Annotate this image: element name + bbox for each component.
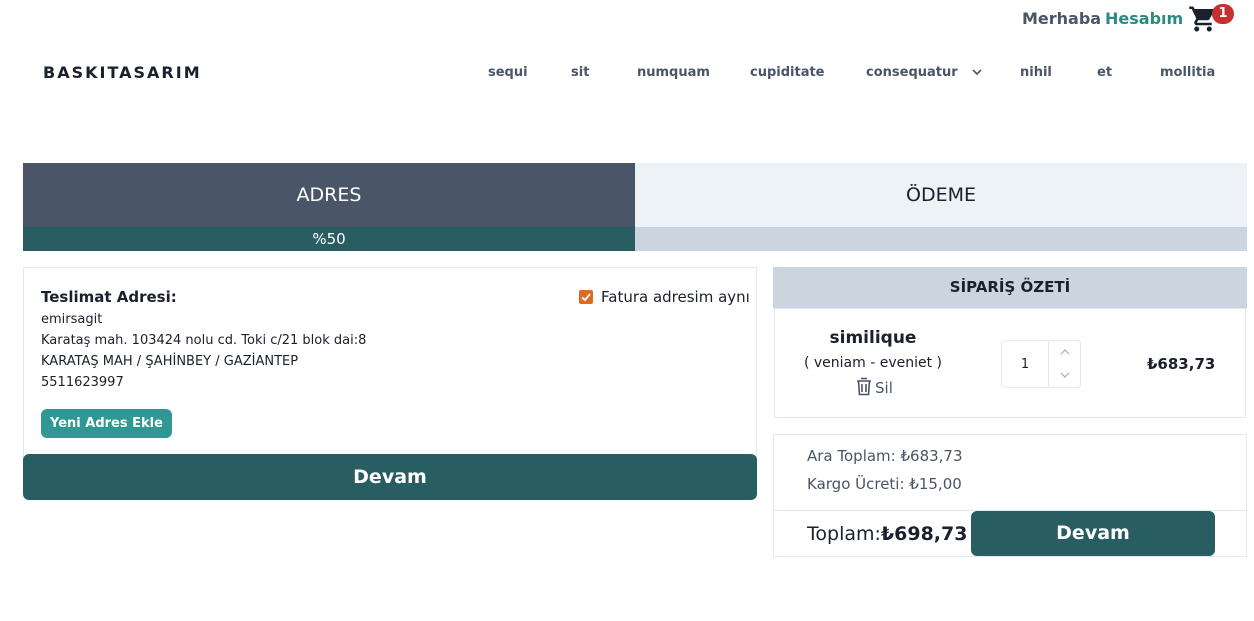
nav-item-consequatur[interactable]: consequatur	[866, 65, 982, 80]
address-street: Karataş mah. 103424 nolu cd. Toki c/21 b…	[41, 333, 367, 348]
summary-continue-button[interactable]: Devam	[971, 511, 1215, 556]
delivery-address-card: Teslimat Adresi: Fatura adresim aynı emi…	[23, 267, 757, 459]
step-address-tab[interactable]: ADRES	[23, 163, 635, 227]
cart-button[interactable]: 1	[1188, 2, 1236, 34]
quantity-input[interactable]	[1002, 341, 1048, 387]
step-payment-tab[interactable]: ÖDEME	[635, 163, 1247, 227]
quantity-stepper	[1001, 340, 1081, 388]
nav-item-numquam[interactable]: numquam	[637, 65, 710, 80]
grand-total-row: Toplam:₺698,73 Devam	[773, 510, 1247, 557]
cart-count-badge: 1	[1212, 4, 1234, 24]
nav-item-sequi[interactable]: sequi	[488, 65, 528, 80]
grand-total-value: ₺698,73	[880, 523, 968, 545]
cart-item: similique ( veniam - eveniet ) Sil ₺683,…	[774, 308, 1246, 418]
quantity-increase-button[interactable]	[1049, 341, 1082, 364]
continue-button[interactable]: Devam	[23, 454, 757, 500]
same-invoice-label: Fatura adresim aynı	[601, 288, 750, 306]
product-name: similique	[829, 328, 917, 348]
add-new-address-button[interactable]: Yeni Adres Ekle	[41, 409, 172, 438]
checkbox-checked-icon	[579, 290, 593, 304]
delete-item-button[interactable]: Sil	[855, 377, 893, 397]
address-name: emirsagit	[41, 312, 103, 327]
chevron-up-icon	[1060, 349, 1070, 355]
order-summary-title: SİPARİŞ ÖZETİ	[773, 267, 1247, 308]
chevron-down-icon	[1060, 372, 1070, 378]
subtotal-text: Ara Toplam: ₺683,73	[807, 447, 963, 465]
order-summary: SİPARİŞ ÖZETİ similique ( veniam - eveni…	[773, 267, 1247, 557]
product-price: ₺683,73	[1147, 355, 1216, 373]
nav-item-cupiditate[interactable]: cupiditate	[750, 65, 825, 80]
shipping-fee-text: Kargo Ücreti: ₺15,00	[807, 475, 962, 493]
trash-icon	[857, 377, 871, 396]
quantity-decrease-button[interactable]	[1049, 364, 1082, 387]
checkout-steps: ADRES ÖDEME %50	[23, 163, 1247, 251]
main-nav: sequi sit numquam cupiditate consequatur…	[0, 65, 1254, 83]
greeting-text: Merhaba	[1022, 9, 1102, 28]
product-variant: ( veniam - eveniet )	[803, 355, 943, 371]
top-bar: Merhaba Hesabım 1	[0, 0, 1254, 38]
totals-breakdown: Ara Toplam: ₺683,73 Kargo Ücreti: ₺15,00	[773, 434, 1247, 510]
delivery-address-title: Teslimat Adresi:	[41, 288, 177, 306]
nav-item-mollitia[interactable]: mollitia	[1160, 65, 1215, 80]
address-phone: 5511623997	[41, 375, 124, 390]
progress-bar: %50	[23, 227, 1247, 251]
nav-item-consequatur-label: consequatur	[866, 65, 958, 80]
nav-item-et[interactable]: et	[1097, 65, 1112, 80]
delete-item-label: Sil	[875, 379, 893, 397]
nav-item-sit[interactable]: sit	[571, 65, 589, 80]
same-invoice-checkbox[interactable]: Fatura adresim aynı	[579, 288, 750, 306]
quantity-stepper-controls	[1048, 341, 1081, 387]
progress-fill: %50	[23, 227, 635, 251]
chevron-down-icon	[972, 65, 982, 80]
grand-total-label: Toplam:	[807, 523, 881, 545]
nav-item-nihil[interactable]: nihil	[1020, 65, 1052, 80]
address-district: KARATAŞ MAH / ŞAHİNBEY / GAZİANTEP	[41, 354, 299, 369]
grand-total: Toplam:₺698,73	[807, 523, 967, 545]
account-link[interactable]: Hesabım	[1105, 9, 1183, 28]
